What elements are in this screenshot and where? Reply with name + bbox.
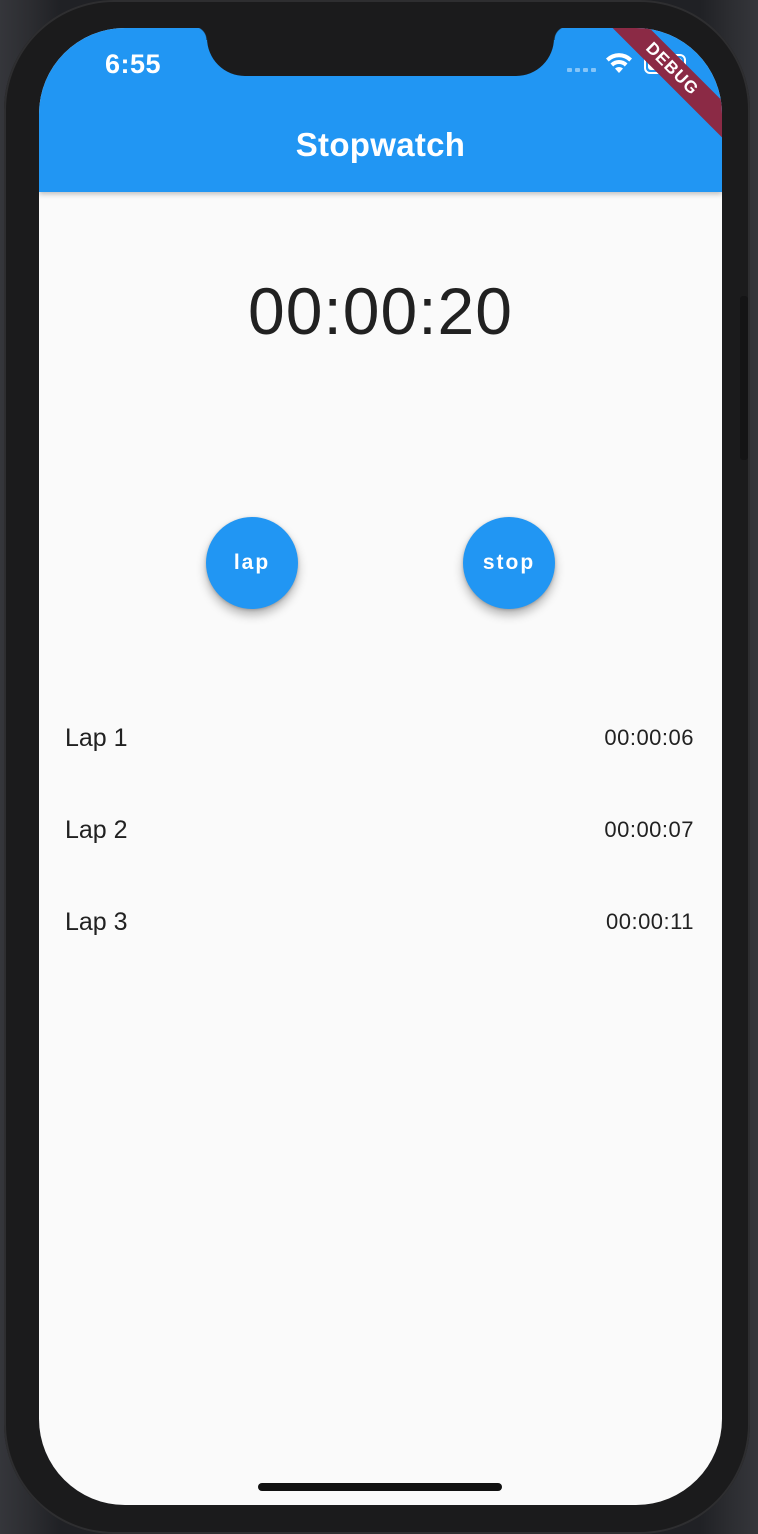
list-item: Lap 3 00:00:11 [39,875,722,967]
lap-button[interactable]: lap [206,517,298,609]
lap-list: Lap 1 00:00:06 Lap 2 00:00:07 Lap 3 00:0… [39,691,722,967]
status-bar-time: 6:55 [105,49,162,79]
timer-display: 00:00:20 [248,274,513,348]
lap-time: 00:00:07 [604,817,694,842]
list-item: Lap 2 00:00:07 [39,783,722,875]
phone-screen: 6:55 DEBUG Stopwatch 00:00:20 lap stop L… [39,28,722,1505]
stop-button[interactable]: stop [463,517,555,609]
cellular-signal-icon [567,68,596,72]
wifi-icon [606,53,632,73]
phone-notch [193,28,568,76]
lap-label: Lap 2 [65,816,128,844]
phone-frame: 6:55 DEBUG Stopwatch 00:00:20 lap stop L… [4,0,750,1534]
app-bar: 6:55 DEBUG Stopwatch [39,28,722,192]
side-button [740,296,748,460]
list-item: Lap 1 00:00:06 [39,691,722,783]
lap-time: 00:00:06 [604,725,694,750]
lap-label: Lap 1 [65,724,128,752]
home-indicator[interactable] [258,1483,502,1491]
lap-label: Lap 3 [65,908,128,936]
page-title: Stopwatch [295,126,466,163]
lap-time: 00:00:11 [605,909,694,934]
